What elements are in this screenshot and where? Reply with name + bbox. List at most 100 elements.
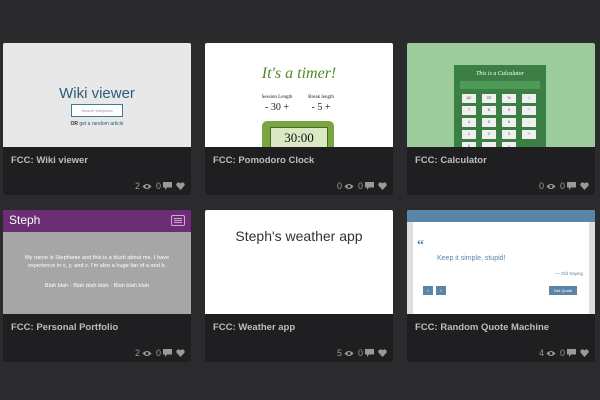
views-count: 4 (538, 348, 544, 358)
thumb-heading: This is a Calculator (476, 71, 524, 77)
thumb-blah-text: Blah blah - Blah blah blah - Blah blah b… (44, 283, 150, 289)
card-stats: 2 0 (135, 181, 185, 191)
heart-icon[interactable] (378, 182, 387, 190)
card-title[interactable]: FCC: Pomodoro Clock (213, 155, 314, 166)
thumbnail-random-quote-machine[interactable]: “ Keep it simple, stupid! — Old Saying t… (407, 210, 595, 314)
comments-stat: 0 (560, 348, 576, 358)
thumb-search-box: Search Wikipedia (71, 104, 123, 117)
card-stats: 2 0 (135, 348, 185, 358)
comments-count: 0 (155, 348, 161, 358)
eye-icon (344, 183, 354, 189)
comments-count: 0 (357, 181, 363, 191)
views-count: 2 (134, 181, 140, 191)
thumb-blurb: My name is Stephanie and this is a blurb… (25, 255, 169, 269)
comments-stat: 0 (358, 348, 374, 358)
calculator-key: 3 (502, 130, 516, 139)
thumb-timer-display: 30:00 (270, 127, 328, 147)
comment-icon (365, 182, 374, 190)
comment-icon (365, 349, 374, 357)
comments-stat: 0 (156, 348, 172, 358)
thumb-random-text: get a random article (79, 121, 124, 127)
card-title[interactable]: FCC: Personal Portfolio (11, 322, 118, 333)
heart-icon[interactable] (378, 349, 387, 357)
comments-count: 0 (357, 348, 363, 358)
eye-icon (546, 350, 556, 356)
thumb-twitter-button: t (423, 286, 433, 295)
comment-icon (567, 182, 576, 190)
card-stats: 5 0 (337, 348, 387, 358)
thumb-random-link: OR get a random article (3, 121, 191, 127)
views-count: 2 (134, 348, 140, 358)
calculator-key: 1 (462, 130, 476, 139)
project-card-random-quote-machine[interactable]: “ Keep it simple, stupid! — Old Saying t… (407, 210, 595, 362)
project-card-personal-portfolio[interactable]: Steph My name is Stephanie and this is a… (3, 210, 191, 362)
comments-stat: 0 (560, 181, 576, 191)
thumb-navbar: Steph (3, 210, 191, 232)
card-title[interactable]: FCC: Calculator (415, 155, 487, 166)
calculator-key: 9 (502, 106, 516, 115)
quote-mark-icon: “ (417, 238, 424, 253)
card-stats: 0 0 (539, 181, 589, 191)
calculator-key: 5 (482, 118, 496, 127)
thumb-heading: It's a timer! (261, 65, 337, 82)
thumb-topbar (407, 210, 595, 222)
card-title[interactable]: FCC: Random Quote Machine (415, 322, 549, 333)
comments-count: 0 (155, 181, 161, 191)
thumb-quote-author: — Old Saying (555, 271, 583, 276)
hamburger-menu-icon (171, 215, 185, 226)
calculator-key: 0 (462, 142, 476, 147)
calculator-key: CE (482, 94, 496, 103)
thumb-heading: Steph's weather app (235, 228, 363, 244)
heart-icon[interactable] (176, 182, 185, 190)
calculator-key: % (502, 94, 516, 103)
thumb-brand: Steph (9, 213, 41, 227)
calculator-key: 7 (462, 106, 476, 115)
card-title[interactable]: FCC: Weather app (213, 322, 295, 333)
thumb-break-label: Break length (308, 95, 334, 100)
eye-icon (344, 350, 354, 356)
thumb-calculator-body: This is a Calculator AC CE% / 7 8 9 * 4 5 6- 1 2 3 +0… (454, 65, 546, 147)
thumb-facebook-button: f (436, 286, 446, 295)
card-stats: 0 0 (337, 181, 387, 191)
views-count: 0 (538, 181, 544, 191)
heart-icon[interactable] (176, 349, 185, 357)
thumbnail-pomodoro-clock[interactable]: It's a timer! Session Length - 30 + Brea… (205, 43, 393, 147)
calculator-key: 4 (462, 118, 476, 127)
thumbnail-weather-app[interactable]: Steph's weather app (205, 210, 393, 314)
project-card-pomodoro-clock[interactable]: It's a timer! Session Length - 30 + Brea… (205, 43, 393, 195)
views-stat: 4 (539, 348, 556, 358)
comments-stat: 0 (156, 181, 172, 191)
project-card-weather-app[interactable]: Steph's weather app FCC: Weather app 5 0 (205, 210, 393, 362)
heart-icon[interactable] (580, 349, 589, 357)
card-stats: 4 0 (539, 348, 589, 358)
thumb-quote-panel (413, 222, 589, 314)
thumbnail-wiki-viewer[interactable]: Wiki viewer Search Wikipedia OR get a ra… (3, 43, 191, 147)
calculator-key: / (522, 94, 536, 103)
thumb-calculator-display (460, 81, 540, 89)
thumb-heading: Wiki viewer (59, 85, 135, 102)
views-stat: 0 (337, 181, 354, 191)
eye-icon (546, 183, 556, 189)
comment-icon (163, 349, 172, 357)
calculator-key: * (522, 106, 536, 115)
comment-icon (163, 182, 172, 190)
calculator-key: - (522, 118, 536, 127)
calculator-key: = (502, 142, 516, 147)
thumbnail-calculator[interactable]: This is a Calculator AC CE% / 7 8 9 * 4 5 6- 1 2 3 +0… (407, 43, 595, 147)
top-band (0, 0, 600, 40)
heart-icon[interactable] (580, 182, 589, 190)
thumb-timer-box: 30:00 (262, 121, 334, 147)
thumb-or-text: OR (70, 121, 78, 127)
eye-icon (142, 350, 152, 356)
thumbnail-personal-portfolio[interactable]: Steph My name is Stephanie and this is a… (3, 210, 191, 314)
thumb-quote-text: Keep it simple, stupid! (437, 255, 506, 262)
comments-stat: 0 (358, 181, 374, 191)
comments-count: 0 (559, 181, 565, 191)
thumb-get-quote-button: Get Quote (549, 286, 577, 295)
card-title[interactable]: FCC: Wiki viewer (11, 155, 88, 166)
thumb-break-value: - 5 + (311, 102, 331, 113)
project-card-wiki-viewer[interactable]: Wiki viewer Search Wikipedia OR get a ra… (3, 43, 191, 195)
calculator-key: . (482, 142, 496, 147)
project-card-calculator[interactable]: This is a Calculator AC CE% / 7 8 9 * 4 5 6- 1 2 3 +0… (407, 43, 595, 195)
calculator-key: + (522, 130, 536, 139)
